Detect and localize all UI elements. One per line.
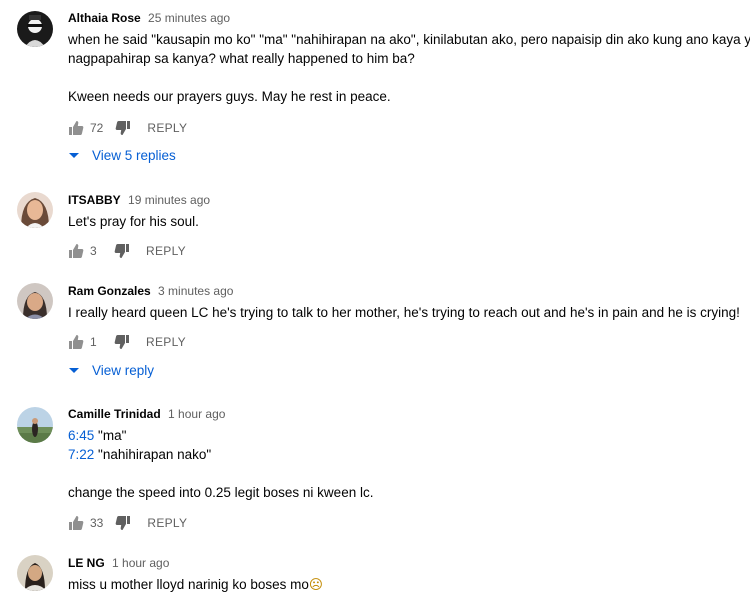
- caret-down-icon: [68, 149, 80, 161]
- comment-text-line: when he said "kausapin mo ko" "ma" "nahi…: [68, 32, 750, 47]
- comment-text-line: Let's pray for his soul.: [68, 214, 199, 229]
- comment-time[interactable]: 19 minutes ago: [128, 193, 210, 207]
- timestamp-caption: "ma": [94, 428, 127, 443]
- comment-text-line: [68, 68, 740, 87]
- view-replies-button[interactable]: View 5 replies: [68, 145, 176, 165]
- comment-actions: 33 REPLY: [68, 513, 187, 533]
- comment-text-line: 6:45 "ma": [68, 426, 740, 445]
- comment-body: ITSABBY 19 minutes ago Let's pray for hi…: [68, 192, 740, 258]
- comment-time[interactable]: 25 minutes ago: [148, 11, 230, 25]
- view-replies-label: View reply: [92, 362, 155, 378]
- comment-body: Ram Gonzales 3 minutes ago I really hear…: [68, 283, 740, 378]
- view-replies-button[interactable]: View reply: [68, 360, 154, 380]
- like-count: 3: [90, 244, 97, 258]
- thumbs-down-icon[interactable]: [114, 243, 130, 259]
- comment-time[interactable]: 3 minutes ago: [158, 284, 233, 298]
- comment-text-line: miss u mother lloyd narinig ko boses mo☹: [68, 575, 740, 594]
- thumbs-down-icon[interactable]: [115, 515, 131, 531]
- thumbs-up-icon[interactable]: [68, 515, 84, 531]
- avatar[interactable]: [17, 11, 53, 47]
- view-replies-label: View 5 replies: [92, 147, 176, 163]
- avatar[interactable]: [17, 555, 53, 591]
- comment-text-line: change the speed into 0.25 legit boses n…: [68, 485, 374, 500]
- thumbs-up-icon[interactable]: [68, 120, 84, 136]
- comment-body: LE NG 1 hour ago miss u mother lloyd nar…: [68, 555, 740, 594]
- comment-text-content: miss u mother lloyd narinig ko boses mo: [68, 577, 309, 592]
- avatar[interactable]: [17, 407, 53, 443]
- comment-text: miss u mother lloyd narinig ko boses mo☹: [68, 575, 740, 594]
- comment-actions: 3 REPLY: [68, 241, 186, 261]
- author-name[interactable]: Ram Gonzales: [68, 284, 151, 298]
- timestamp-link[interactable]: 7:22: [68, 447, 94, 462]
- author-name[interactable]: Althaia Rose: [68, 11, 141, 25]
- comment-text-line: nagpapahirap sa kanya? what really happe…: [68, 51, 415, 66]
- comment-body: Camille Trinidad 1 hour ago 6:45 "ma" 7:…: [68, 406, 740, 530]
- comment-text-line: Kween needs our prayers guys. May he res…: [68, 89, 391, 104]
- like-count: 1: [90, 335, 97, 349]
- comment-text: 6:45 "ma" 7:22 "nahihirapan nako" change…: [68, 426, 740, 502]
- comment-actions: 72 REPLY: [68, 118, 187, 138]
- thumbs-down-icon[interactable]: [114, 334, 130, 350]
- comment-text: Let's pray for his soul.: [68, 212, 740, 231]
- timestamp-caption: "nahihirapan nako": [94, 447, 212, 462]
- comment-header: LE NG 1 hour ago: [68, 555, 740, 571]
- comment-text-line: 7:22 "nahihirapan nako": [68, 445, 740, 464]
- caret-down-icon: [68, 364, 80, 376]
- comment-time[interactable]: 1 hour ago: [112, 556, 169, 570]
- comment-body: Althaia Rose 25 minutes ago when he said…: [68, 10, 750, 163]
- comment-time[interactable]: 1 hour ago: [168, 407, 225, 421]
- comment-header: Ram Gonzales 3 minutes ago: [68, 283, 740, 299]
- like-count: 33: [90, 516, 104, 530]
- avatar[interactable]: [17, 283, 53, 319]
- comment-header: Camille Trinidad 1 hour ago: [68, 406, 740, 422]
- comment-text: I really heard queen LC he's trying to t…: [68, 303, 740, 322]
- reply-button[interactable]: REPLY: [146, 335, 186, 349]
- thumbs-up-icon[interactable]: [68, 243, 84, 259]
- like-count: 72: [90, 121, 104, 135]
- comment-text-spacer: [68, 464, 740, 483]
- author-name[interactable]: Camille Trinidad: [68, 407, 161, 421]
- comment-text-line: I really heard queen LC he's trying to t…: [68, 305, 740, 320]
- reply-button[interactable]: REPLY: [146, 244, 186, 258]
- comment-header: ITSABBY 19 minutes ago: [68, 192, 740, 208]
- thumbs-down-icon[interactable]: [115, 120, 131, 136]
- frowning-face-emoji: ☹: [308, 577, 323, 592]
- reply-button[interactable]: REPLY: [147, 121, 187, 135]
- reply-button[interactable]: REPLY: [147, 516, 187, 530]
- comment-text: when he said "kausapin mo ko" "ma" "nahi…: [68, 30, 750, 106]
- author-name[interactable]: LE NG: [68, 556, 105, 570]
- timestamp-link[interactable]: 6:45: [68, 428, 94, 443]
- comment-header: Althaia Rose 25 minutes ago: [68, 10, 740, 26]
- author-name[interactable]: ITSABBY: [68, 193, 121, 207]
- thumbs-up-icon[interactable]: [68, 334, 84, 350]
- avatar[interactable]: [17, 192, 53, 228]
- comment-actions: 1 REPLY: [68, 332, 186, 352]
